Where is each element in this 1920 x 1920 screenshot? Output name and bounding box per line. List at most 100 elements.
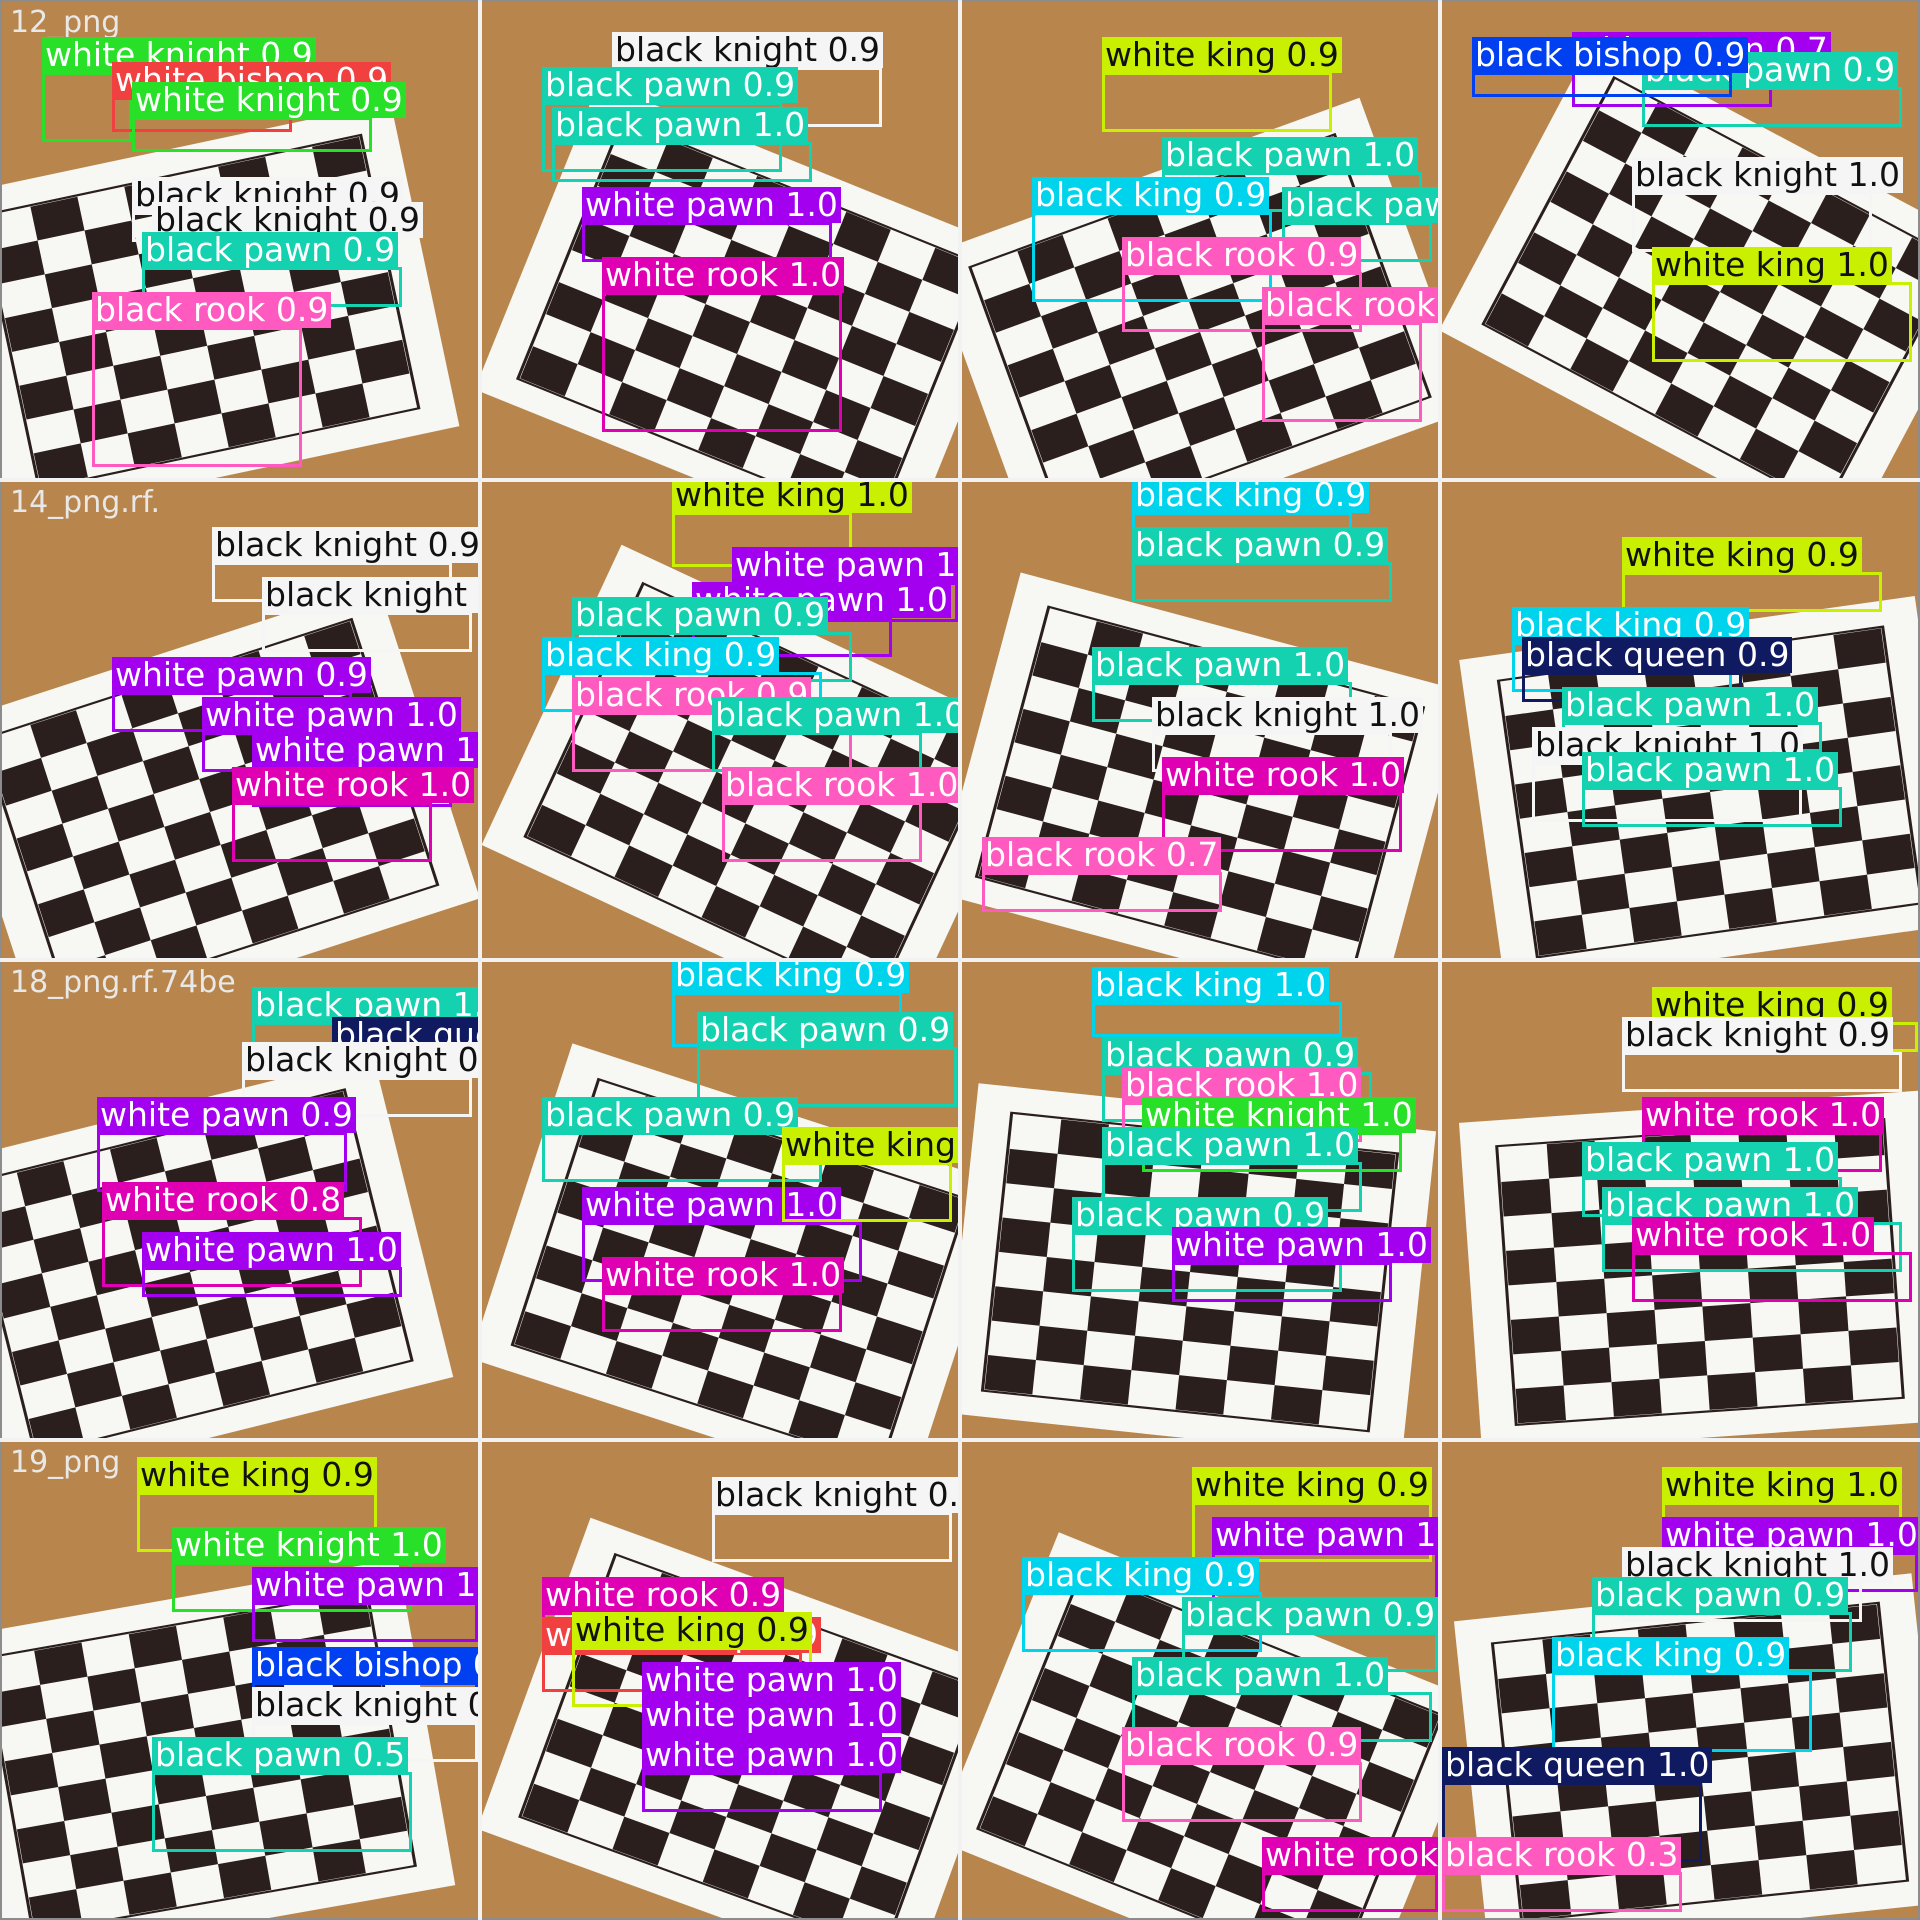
tile-separator bbox=[0, 1438, 1920, 1442]
detection-label: black pawn 1.0 bbox=[1282, 187, 1438, 223]
detection-label: black pawn 0.9 bbox=[1182, 1597, 1438, 1633]
detection-box-white-king: white king 0.9 bbox=[1102, 37, 1342, 132]
detection-label: black pawn 0.9 bbox=[542, 67, 799, 103]
detection-label: white rook 0.9 bbox=[542, 1577, 785, 1613]
detection-label: black pawn 1.0 bbox=[1102, 1127, 1359, 1163]
detection-label: black knight 0.9 bbox=[612, 32, 884, 68]
detection-label: white king 0.9 bbox=[572, 1612, 812, 1648]
detection-box-black-rook: black rook 0.3 bbox=[1442, 1837, 1682, 1912]
detection-label: white pawn 1.0 bbox=[582, 187, 841, 223]
detection-label: white king 1.0 bbox=[1652, 247, 1892, 283]
detection-box-black-knight: black knight 0.9 bbox=[1622, 1017, 1902, 1092]
detection-label: black bishop 0.9 bbox=[252, 1647, 478, 1683]
detection-label: white rook 1.0 bbox=[1642, 1097, 1885, 1133]
detection-label: black rook 0.7 bbox=[982, 837, 1222, 873]
detection-mosaic: 12_png white knight 0.9 white bishop 0.9 wh… bbox=[0, 0, 1920, 1920]
detection-label: black bishop 0.9 bbox=[1472, 37, 1749, 73]
detection-label: white king 0.9 bbox=[1102, 37, 1342, 73]
detection-label: white rook 0.8 bbox=[102, 1182, 345, 1218]
detection-label: white pawn 1.0 bbox=[642, 1697, 901, 1733]
detection-label: black knight 0.8 bbox=[252, 1687, 478, 1723]
detection-label: black rook 0.9 bbox=[92, 292, 332, 328]
detection-label: black rook 0.3 bbox=[1442, 1837, 1682, 1873]
detection-box-white-rook: white rook 1.0 bbox=[232, 767, 475, 862]
detection-label: black pawn 0.9 bbox=[142, 232, 399, 268]
detection-label: white rook 0 bbox=[1262, 1837, 1438, 1873]
image-tile: white king 0.9 white pawn 1.0 black king 0… bbox=[962, 1442, 1438, 1918]
image-tile: black knight 0.9 black pawn 0.9 white pawn… bbox=[482, 2, 958, 478]
detection-label: black rook 0.9 bbox=[1122, 237, 1362, 273]
detection-label: white pawn 0.9 bbox=[97, 1097, 356, 1133]
detection-box-black-rook: black rook 0.9 bbox=[1262, 287, 1438, 422]
detection-label: white pawn 0.9 bbox=[112, 657, 371, 693]
detection-label: white pawn 1.0 bbox=[1212, 1517, 1438, 1553]
detection-label: white rook 1.0 bbox=[232, 767, 475, 803]
tile-separator bbox=[1438, 0, 1442, 1920]
detection-box-white-rook: white rook 1.0 bbox=[1632, 1217, 1912, 1302]
detection-label: black pawn 0.9 bbox=[572, 597, 829, 633]
detection-label: white rook 1.0 bbox=[602, 257, 845, 293]
image-tile: black king 0.9 black pawn 0.9 black pawn 1… bbox=[962, 482, 1438, 958]
detection-label: black queen 1.0 bbox=[1442, 1747, 1713, 1783]
detection-label: white king 0.9 bbox=[137, 1457, 377, 1493]
detection-label: black knight 0.9 bbox=[1622, 1017, 1894, 1053]
detection-box-black-rook: black rook 1.0 bbox=[722, 767, 958, 862]
image-tile: black king 1.0 black pawn 0.9 black rook 1… bbox=[962, 962, 1438, 1438]
detection-label: black king 0.9 bbox=[542, 637, 780, 673]
detection-label: black pawn 1.0 bbox=[712, 697, 958, 733]
detection-label: black pawn 0.9 bbox=[1132, 527, 1389, 563]
detection-label: black pawn 1.0 bbox=[1092, 647, 1349, 683]
detection-label: black king 0.9 bbox=[1132, 482, 1370, 513]
detection-box-white-pawn: white pawn 1.0 bbox=[1172, 1227, 1431, 1302]
tile-filename: 12_png bbox=[10, 5, 121, 40]
detection-label: black pawn 0.5 bbox=[152, 1737, 409, 1773]
image-tile: 19_png white king 0.9 white knight 1.0 whit… bbox=[2, 1442, 478, 1918]
detection-label: black knight 0. bbox=[242, 1042, 478, 1078]
detection-label: white pawn 1.0 bbox=[732, 547, 958, 583]
detection-box-white-pawn: white pawn 1.0 bbox=[142, 1232, 402, 1297]
detection-box-black-knight: black knight 0.9 bbox=[262, 577, 478, 652]
image-tile: white king 0.9 black knight 0.9 white rook… bbox=[1442, 962, 1918, 1438]
detection-label: black knight 1.0 bbox=[1152, 697, 1424, 733]
image-tile: white king 0.9 black pawn 1.0 black king 0… bbox=[962, 2, 1438, 478]
detection-label: white pawn 1.0 bbox=[142, 1232, 401, 1268]
detection-label: white pawn 1.0 bbox=[642, 1737, 901, 1773]
detection-box-white-rook: white rook 1.0 bbox=[602, 1257, 845, 1332]
detection-label: white king 1.0 bbox=[672, 482, 912, 513]
detection-label: black king 0.9 bbox=[1552, 1637, 1790, 1673]
image-tile: white king 1.0white pawn 1.0white pawn 1… bbox=[482, 482, 958, 958]
detection-label: black queen 0.9 bbox=[1522, 637, 1793, 673]
image-tile: 14_png.rf.black knight 0.9 black knight 0… bbox=[2, 482, 478, 958]
detection-box-white-pawn: white pawn 1.0 bbox=[642, 1737, 901, 1812]
detection-label: black king 0.9 bbox=[1022, 1557, 1260, 1593]
tile-separator bbox=[0, 958, 1920, 962]
detection-box-black-bishop: black bishop 0.9 bbox=[1472, 37, 1749, 97]
tile-filename: 14_png.rf. bbox=[10, 485, 161, 520]
detection-label: black rook 1.0 bbox=[722, 767, 958, 803]
detection-label: black pawn 0.9 bbox=[542, 1097, 799, 1133]
detection-label: white pawn 1.0 bbox=[202, 697, 461, 733]
detection-label: black pawn 1.0 bbox=[1582, 1142, 1839, 1178]
detection-box-white-king: white king 0.9 bbox=[782, 1127, 958, 1222]
detection-box-black-rook: black rook 0.9 bbox=[92, 292, 332, 467]
detection-box-white-rook: white rook 0 bbox=[1262, 1837, 1438, 1912]
detection-label: black pawn 1.0 bbox=[1162, 137, 1419, 173]
detection-label: white knight 0.9 bbox=[132, 82, 406, 118]
detection-label: white rook 1.0 bbox=[1632, 1217, 1875, 1253]
detection-label: white king 1.0 bbox=[1662, 1467, 1902, 1503]
detection-label: black rook 0.9 bbox=[1262, 287, 1438, 323]
detection-box-black-pawn: black pawn 0.9 bbox=[542, 1097, 822, 1182]
detection-label: white pawn 1.0 bbox=[252, 1567, 478, 1603]
detection-box-black-rook: black rook 0.9 bbox=[1122, 1727, 1362, 1822]
detection-label: black pawn 1.0 bbox=[1562, 687, 1819, 723]
image-tile: white pawn 0.7black pawn 0.9black knight… bbox=[1442, 2, 1918, 478]
detection-box-white-king: white king 1.0 bbox=[1652, 247, 1912, 362]
detection-label: white king 0.9 bbox=[1192, 1467, 1432, 1503]
detection-label: white rook 1.0 bbox=[1162, 757, 1405, 793]
detection-label: white knight 1.0 bbox=[172, 1527, 446, 1563]
detection-label: black knight 1.0 bbox=[1632, 157, 1904, 193]
tile-filename: 19_png bbox=[10, 1445, 121, 1480]
detection-box-black-pawn: black pawn 0.9 bbox=[1132, 527, 1392, 602]
detection-label: white pawn 1.0 bbox=[252, 732, 478, 768]
detection-box-black-king: black king 0.9 bbox=[1552, 1637, 1812, 1752]
